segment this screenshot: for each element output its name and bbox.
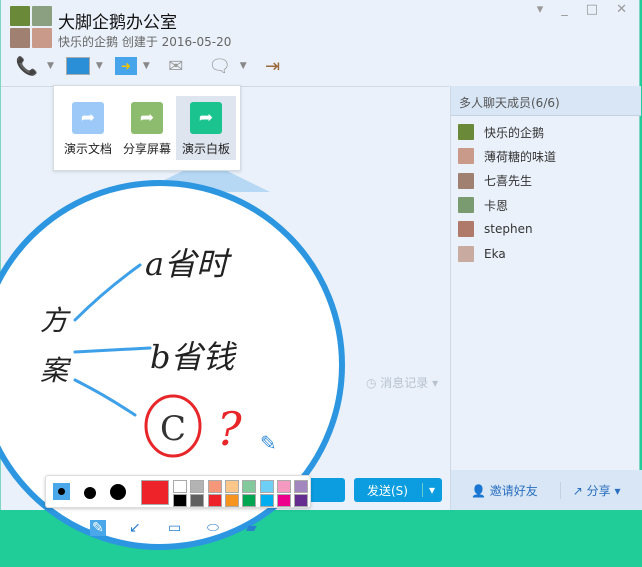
color-swatch[interactable] [259,480,274,493]
item-label: 演示白板 [181,142,230,156]
menu-item-whiteboard[interactable]: ➦ 演示白板 [176,96,236,160]
arrow-icon[interactable]: ↙ [129,520,141,536]
size-large-button[interactable] [110,484,126,500]
menu-item-share-screen[interactable]: ➦ 分享屏幕 [117,96,177,160]
menu-item-present-doc[interactable]: ➦ 演示文档 [58,96,118,160]
size-small-button[interactable] [53,483,70,500]
text-c: C [160,409,186,449]
color-swatch[interactable] [173,480,187,493]
color-swatch[interactable] [190,480,205,493]
color-swatch[interactable] [242,494,257,507]
color-swatch[interactable] [224,494,239,507]
color-swatch[interactable] [224,480,239,493]
color-swatch[interactable] [207,494,222,507]
color-swatch[interactable] [276,494,291,507]
pen-palette [45,475,311,508]
color-swatch[interactable] [207,480,222,493]
text-fang: 方 [40,304,71,337]
item-label: 分享屏幕 [122,142,171,156]
text-an: 案 [40,354,72,387]
doc-icon: ➦ [72,102,104,134]
color-swatch[interactable] [276,480,291,493]
color-swatch[interactable] [190,494,205,507]
size-medium-button[interactable] [84,487,96,499]
pencil-cursor-icon: ✎ [260,431,277,455]
color-swatch[interactable] [294,494,309,507]
present-menu: ➦ 演示文档 ➦ 分享屏幕 ➦ 演示白板 [53,85,241,171]
item-label: 演示文档 [63,142,112,156]
current-color [141,480,169,505]
eraser-icon[interactable]: ▰ [246,520,257,536]
color-swatch[interactable] [242,480,257,493]
text-b: b省钱 [150,338,237,376]
screen-icon: ➦ [131,102,163,134]
whiteboard-icon: ➦ [190,102,222,134]
color-swatch[interactable] [294,480,309,493]
color-swatch[interactable] [259,494,274,507]
pencil-icon[interactable]: ✎ [90,520,106,536]
color-swatch[interactable] [173,494,187,507]
text-a: a省时 [145,245,232,283]
text-question: ? [217,402,242,456]
rectangle-icon[interactable]: ▭ [168,520,181,536]
ellipse-icon[interactable]: ⬭ [207,520,219,536]
